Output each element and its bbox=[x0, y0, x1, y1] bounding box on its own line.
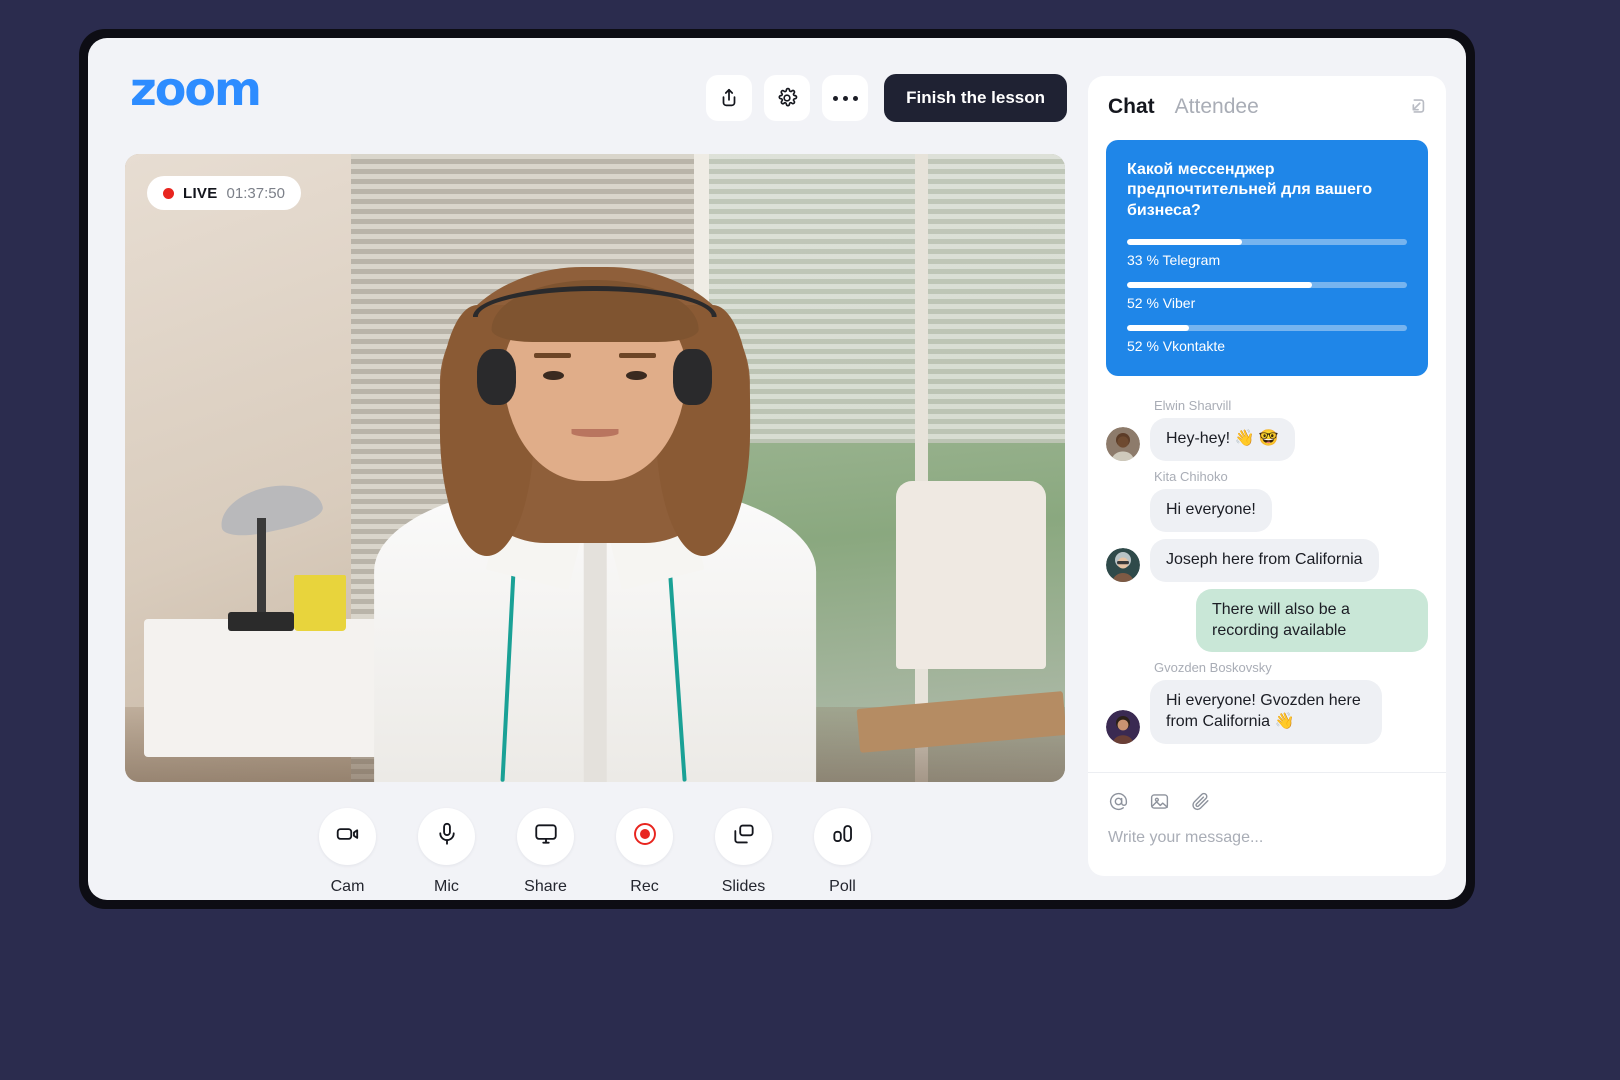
main-area: zoom Finish the lesson LIVE 01:37:50 Cam… bbox=[88, 38, 1090, 900]
avatar bbox=[1106, 427, 1140, 462]
mention-icon[interactable] bbox=[1108, 791, 1129, 812]
message-bubble: Hey-hey! 👋 🤓 bbox=[1150, 418, 1295, 462]
zoom-logo: zoom bbox=[130, 62, 262, 116]
device-frame: zoom Finish the lesson LIVE 01:37:50 Cam… bbox=[79, 29, 1475, 909]
app-screen: zoom Finish the lesson LIVE 01:37:50 Cam… bbox=[88, 38, 1466, 900]
record-icon bbox=[632, 821, 658, 852]
message-item: Joseph here from California bbox=[1106, 539, 1428, 582]
avatar-spacer bbox=[1106, 498, 1140, 532]
mic-button[interactable] bbox=[418, 808, 475, 865]
image-icon[interactable] bbox=[1149, 791, 1170, 812]
message-bubble: Hi everyone! bbox=[1150, 489, 1272, 532]
share-label: Share bbox=[524, 878, 567, 895]
poll-fill bbox=[1127, 325, 1189, 332]
poll-fill bbox=[1127, 282, 1312, 289]
poll-options: 33 % Telegram 52 % Viber 52 % Vkontakte bbox=[1127, 239, 1407, 354]
share-icon bbox=[718, 87, 740, 109]
record-button[interactable] bbox=[616, 808, 673, 865]
poll-button[interactable] bbox=[814, 808, 871, 865]
meeting-toolbar: Cam Mic Share Rec Slides Poll bbox=[125, 808, 1065, 896]
slides-icon bbox=[731, 821, 757, 852]
top-bar: zoom Finish the lesson bbox=[88, 38, 1090, 138]
poll-card: Какой мессенджер предпочтительней для ва… bbox=[1106, 140, 1428, 377]
live-dot-icon bbox=[163, 187, 174, 199]
slides-button[interactable] bbox=[715, 808, 772, 865]
poll-track bbox=[1127, 239, 1407, 246]
top-actions: Finish the lesson bbox=[706, 74, 1067, 122]
video-scene bbox=[125, 154, 1065, 782]
message-input[interactable] bbox=[1108, 829, 1426, 847]
poll-option-label: 33 % Telegram bbox=[1127, 252, 1221, 269]
poll-option-label: 52 % Vkontakte bbox=[1127, 338, 1226, 355]
screenshot-root: zoom Finish the lesson LIVE 01:37:50 Cam… bbox=[0, 0, 1620, 1080]
expand-panel-icon[interactable] bbox=[1406, 95, 1428, 122]
poll-option[interactable]: 52 % Vkontakte bbox=[1127, 325, 1407, 354]
screen-share-icon bbox=[533, 821, 559, 852]
cam-label: Cam bbox=[330, 878, 365, 895]
message-bubble: Joseph here from California bbox=[1150, 539, 1379, 582]
attachment-icon[interactable] bbox=[1190, 791, 1211, 812]
poll-option[interactable]: 52 % Viber bbox=[1127, 282, 1407, 311]
cam-button[interactable] bbox=[319, 808, 376, 865]
chat-panel: Chat Attendee Какой мессенджер предпочти… bbox=[1088, 76, 1446, 876]
live-label: LIVE bbox=[183, 184, 218, 202]
toolbar-item-rec[interactable]: Rec bbox=[609, 808, 681, 896]
message-bubble: Hi everyone! Gvozden here from Californi… bbox=[1150, 680, 1382, 744]
message-list: Elwin Sharvill Hey-hey! 👋 🤓 Kita Chihoko… bbox=[1088, 376, 1446, 744]
mic-label: Mic bbox=[434, 878, 459, 895]
toolbar-item-cam[interactable]: Cam bbox=[312, 808, 384, 896]
poll-question: Какой мессенджер предпочтительней для ва… bbox=[1127, 161, 1373, 219]
slides-label: Slides bbox=[721, 878, 766, 895]
composer-icons bbox=[1108, 791, 1426, 812]
message-item: Hi everyone! Gvozden here from Californi… bbox=[1106, 680, 1428, 744]
message-item-own: There will also be a recording available bbox=[1106, 588, 1428, 653]
toolbar-item-poll[interactable]: Poll bbox=[807, 808, 879, 896]
poll-option-label: 52 % Viber bbox=[1127, 295, 1196, 312]
share-screen-button[interactable] bbox=[517, 808, 574, 865]
message-sender: Elwin Sharvill bbox=[1154, 398, 1232, 414]
tab-chat[interactable]: Chat bbox=[1108, 95, 1155, 119]
settings-button[interactable] bbox=[764, 75, 811, 121]
more-dots-icon bbox=[832, 95, 858, 101]
toolbar-item-share[interactable]: Share bbox=[510, 808, 582, 896]
message-item: Hey-hey! 👋 🤓 bbox=[1106, 418, 1428, 462]
more-options-button[interactable] bbox=[822, 75, 869, 121]
live-badge: LIVE 01:37:50 bbox=[147, 176, 301, 210]
poll-label: Poll bbox=[829, 878, 856, 895]
message-composer bbox=[1088, 772, 1446, 876]
message-sender: Kita Chihoko bbox=[1154, 469, 1228, 485]
message-item: Hi everyone! bbox=[1106, 489, 1428, 532]
toolbar-item-mic[interactable]: Mic bbox=[411, 808, 483, 896]
microphone-icon bbox=[434, 821, 460, 852]
poll-track bbox=[1127, 325, 1407, 332]
poll-track bbox=[1127, 282, 1407, 289]
rec-label: Rec bbox=[630, 878, 659, 895]
share-button[interactable] bbox=[706, 75, 753, 121]
video-stage[interactable]: LIVE 01:37:50 bbox=[125, 154, 1065, 782]
finish-lesson-button[interactable]: Finish the lesson bbox=[884, 74, 1067, 122]
avatar bbox=[1106, 709, 1140, 744]
message-bubble-own: There will also be a recording available bbox=[1196, 588, 1428, 653]
camera-icon bbox=[335, 821, 361, 852]
toolbar-item-slides[interactable]: Slides bbox=[708, 808, 780, 896]
live-timer: 01:37:50 bbox=[226, 184, 285, 202]
tab-attendee[interactable]: Attendee bbox=[1175, 95, 1259, 119]
poll-option[interactable]: 33 % Telegram bbox=[1127, 239, 1407, 268]
gear-icon bbox=[776, 87, 798, 109]
chat-header: Chat Attendee bbox=[1088, 76, 1446, 138]
poll-fill bbox=[1127, 239, 1242, 246]
message-sender: Gvozden Boskovsky bbox=[1154, 660, 1272, 676]
avatar bbox=[1106, 547, 1140, 582]
poll-icon bbox=[830, 821, 856, 852]
